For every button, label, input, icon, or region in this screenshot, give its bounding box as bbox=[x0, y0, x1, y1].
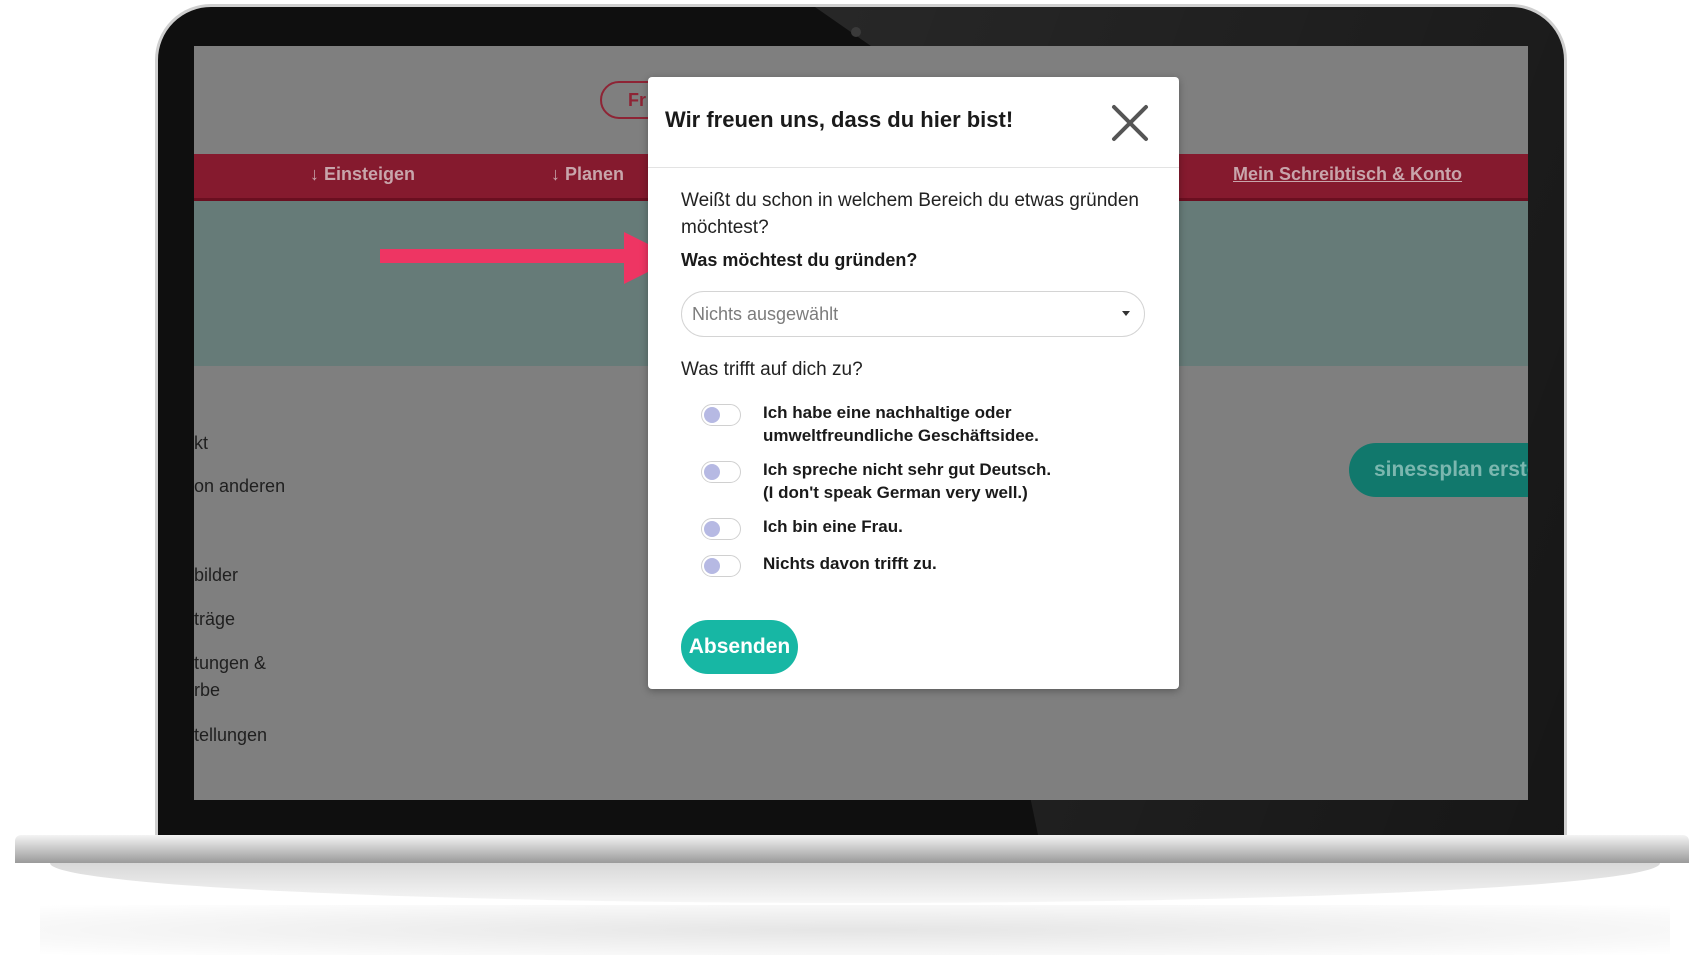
background-sidebar-text: tellungen bbox=[194, 725, 268, 745]
option-sustainable: Ich habe eine nachhaltige oder umweltfre… bbox=[701, 401, 1039, 447]
toggle-knob bbox=[704, 521, 720, 537]
founding-type-label: Was möchtest du gründen? bbox=[681, 250, 918, 270]
toggle-knob bbox=[704, 407, 720, 423]
laptop-base-curve bbox=[50, 863, 1660, 903]
background-sidebar-text: bilder bbox=[194, 565, 239, 585]
submit-button[interactable]: Absenden bbox=[681, 620, 798, 674]
toggle-knob bbox=[704, 558, 720, 574]
webcam bbox=[851, 27, 861, 37]
caret-down-icon bbox=[1122, 311, 1130, 316]
nav-einsteigen: ↓ Einsteigen bbox=[310, 164, 416, 184]
option-woman: Ich bin eine Frau. bbox=[701, 515, 903, 540]
option-label: Ich spreche nicht sehr gut Deutsch. (I d… bbox=[763, 460, 1052, 502]
select-value: Nichts ausgewählt bbox=[692, 304, 839, 324]
annotation-arrow-icon bbox=[380, 232, 676, 284]
toggle-german-language[interactable] bbox=[701, 461, 741, 483]
background-sidebar-text: tungen & bbox=[194, 653, 267, 673]
modal-header: Wir freuen uns, dass du hier bist! bbox=[648, 77, 1179, 168]
background-sidebar-text: träge bbox=[194, 609, 236, 629]
nav-account-link: Mein Schreibtisch & Konto bbox=[1233, 164, 1463, 184]
applies-to-you-label: Was trifft auf dich zu? bbox=[681, 359, 863, 380]
founding-type-select[interactable]: Nichts ausgewählt bbox=[681, 291, 1145, 337]
toggle-knob bbox=[704, 464, 720, 480]
background-sidebar-text: kt bbox=[194, 433, 209, 453]
option-label: Ich habe eine nachhaltige oder umweltfre… bbox=[763, 403, 1039, 445]
nav-planen: ↓ Planen bbox=[551, 164, 625, 184]
welcome-modal: Wir freuen uns, dass du hier bist! Weißt… bbox=[648, 77, 1179, 689]
modal-title: Wir freuen uns, dass du hier bist! bbox=[665, 107, 1014, 132]
laptop-shadow bbox=[40, 905, 1670, 955]
background-sidebar-text: on anderen bbox=[194, 476, 286, 496]
modal-body: Weißt du schon in welchem Bereich du etw… bbox=[681, 187, 1151, 577]
background-sidebar-text: rbe bbox=[194, 680, 221, 700]
founding-area-question: Weißt du schon in welchem Bereich du etw… bbox=[681, 190, 1140, 238]
toggle-woman[interactable] bbox=[701, 518, 741, 540]
option-german-language: Ich spreche nicht sehr gut Deutsch. (I d… bbox=[701, 458, 1051, 504]
close-icon[interactable] bbox=[1108, 101, 1152, 145]
background-businessplan-button: sinessplan erstellen bbox=[1349, 443, 1528, 497]
toggle-sustainable[interactable] bbox=[701, 404, 741, 426]
option-label: Ich bin eine Frau. bbox=[763, 517, 903, 536]
toggle-none[interactable] bbox=[701, 555, 741, 577]
option-label: Nichts davon trifft zu. bbox=[763, 554, 937, 573]
option-none: Nichts davon trifft zu. bbox=[701, 552, 937, 577]
laptop-base bbox=[15, 835, 1689, 863]
